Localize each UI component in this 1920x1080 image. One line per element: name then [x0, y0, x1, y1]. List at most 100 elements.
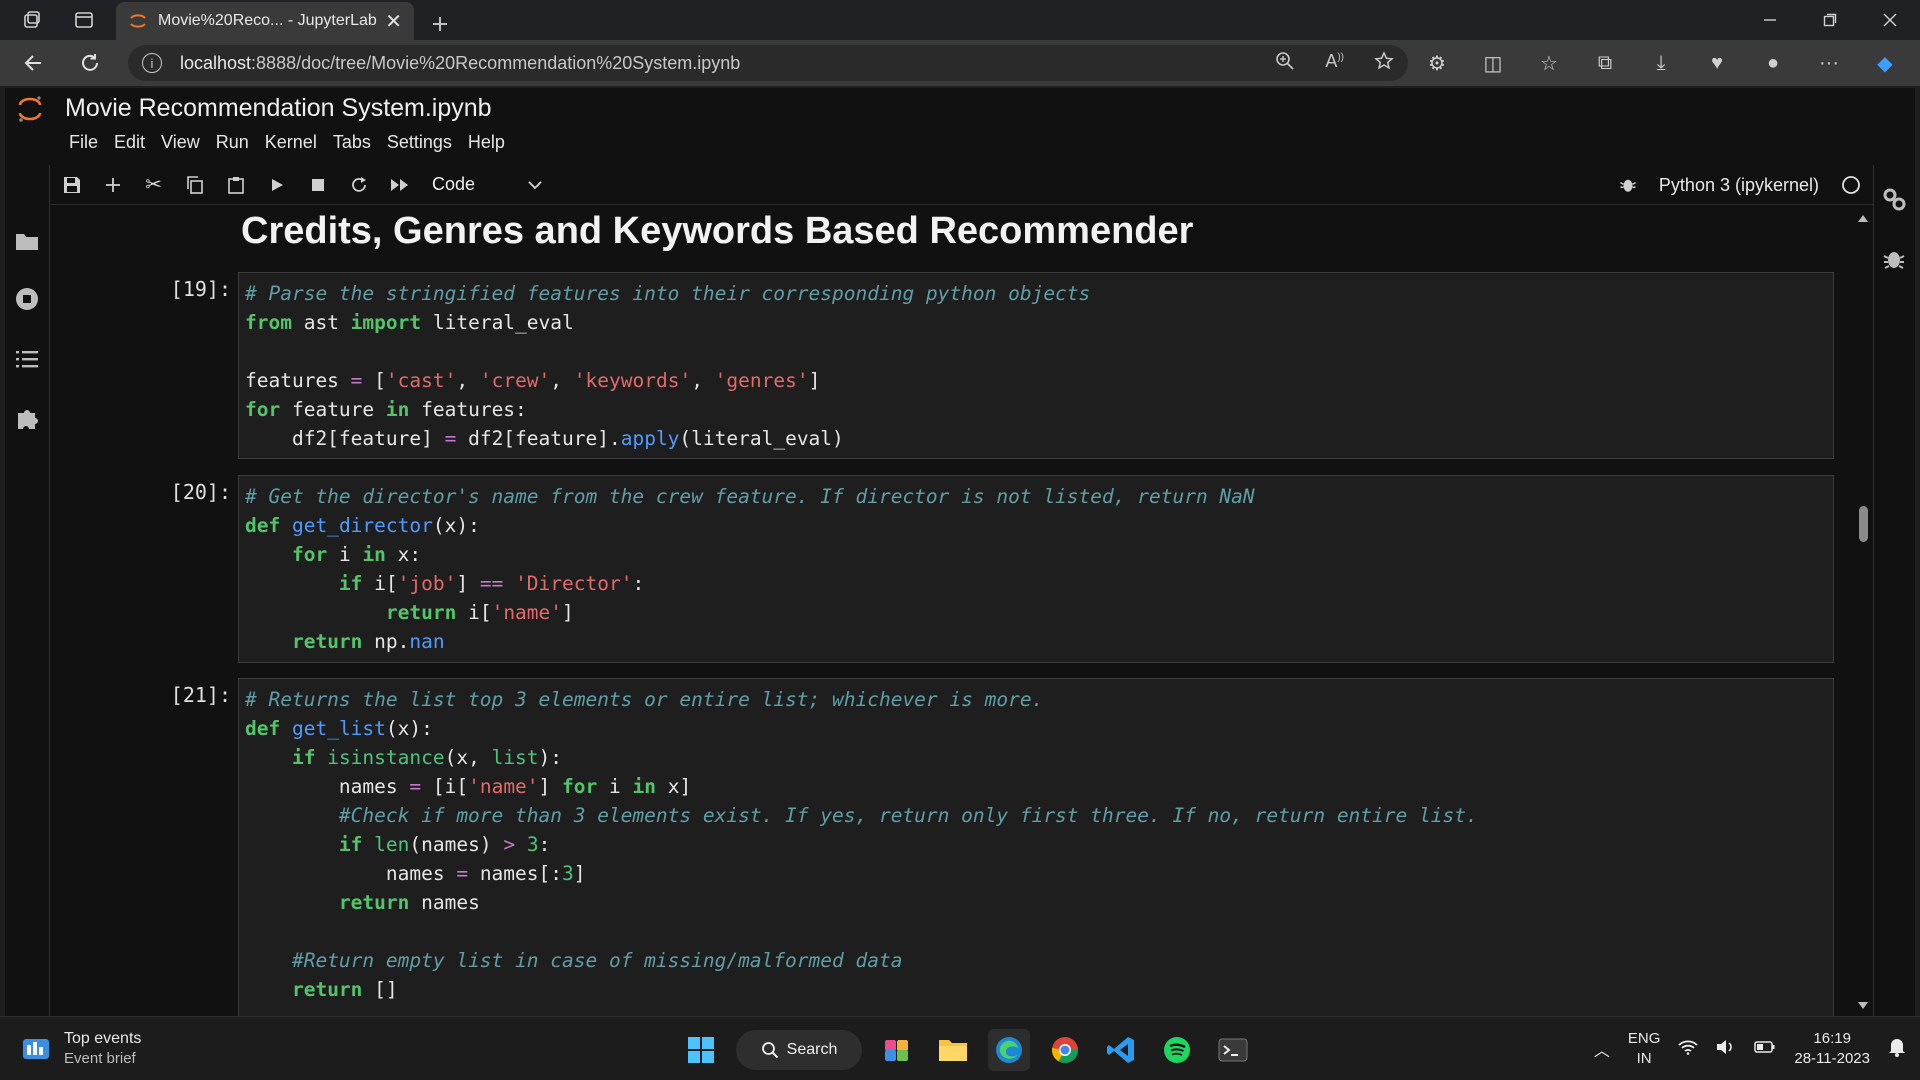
cell-type-select[interactable]: Code — [432, 174, 542, 195]
terminal-icon[interactable] — [1212, 1029, 1254, 1071]
site-info-icon[interactable]: i — [142, 53, 162, 73]
paste-icon[interactable] — [215, 165, 256, 205]
file-explorer-icon[interactable] — [932, 1029, 974, 1071]
menu-kernel[interactable]: Kernel — [257, 132, 325, 153]
kernel-name[interactable]: Python 3 (ipykernel) — [1659, 175, 1819, 196]
zoom-icon[interactable] — [1275, 51, 1295, 76]
debugger-icon[interactable] — [1880, 245, 1908, 273]
system-tray: ︿ ENG IN 16:19 28-11-2023 — [1594, 1025, 1906, 1073]
copilot-icon[interactable]: ◆ — [1866, 51, 1904, 76]
windows-start-icon[interactable] — [680, 1029, 722, 1071]
cell-editor[interactable]: # Parse the stringified features into th… — [238, 272, 1834, 459]
run-all-icon[interactable] — [379, 165, 420, 205]
profile-avatar-icon[interactable]: ● — [1754, 52, 1792, 75]
running-sessions-icon[interactable] — [13, 285, 41, 313]
save-icon[interactable] — [51, 165, 92, 205]
browser-tab-bar: Movie%20Reco... - JupyterLab ✕ — [0, 0, 1920, 40]
debugger-bug-icon[interactable] — [1619, 176, 1637, 194]
menu-tabs[interactable]: Tabs — [325, 132, 379, 153]
menu-help[interactable]: Help — [460, 132, 513, 153]
search-label: Search — [786, 1041, 838, 1058]
restore-button[interactable] — [1800, 0, 1860, 40]
copy-icon[interactable] — [174, 165, 215, 205]
insert-cell-icon[interactable] — [92, 165, 133, 205]
wifi-icon[interactable] — [1678, 1039, 1698, 1059]
kernel-status-icon — [1842, 176, 1860, 194]
extension-manager-icon[interactable] — [13, 405, 41, 433]
collections-icon[interactable]: ⧉ — [1586, 52, 1624, 75]
code-line: return names — [338, 891, 480, 914]
taskbar-search[interactable]: Search — [736, 1030, 862, 1070]
code-line: # Parse the stringified features into th… — [245, 282, 1091, 305]
clock[interactable]: 16:19 28-11-2023 — [1794, 1029, 1870, 1069]
split-screen-icon[interactable]: ◫ — [1474, 51, 1512, 76]
chevron-down-icon — [528, 180, 542, 189]
refresh-icon[interactable] — [70, 43, 110, 83]
jupyter-top-bar: Movie Recommendation System.ipynb File E… — [5, 88, 1915, 165]
run-cell-icon[interactable] — [256, 165, 297, 205]
address-bar[interactable]: i localhost:8888/doc/tree/Movie%20Recomm… — [128, 45, 1408, 81]
volume-icon[interactable] — [1716, 1039, 1736, 1059]
downloads-icon[interactable]: ⤓ — [1642, 52, 1680, 75]
interrupt-kernel-icon[interactable] — [297, 165, 338, 205]
menu-view[interactable]: View — [153, 132, 208, 153]
code-line: # Get the director's name from the crew … — [245, 485, 1255, 508]
menu-file[interactable]: File — [61, 132, 106, 153]
cell-prompt: [21]: — [170, 683, 231, 707]
right-sidebar — [1873, 165, 1915, 1016]
favorite-star-icon[interactable] — [1374, 50, 1394, 76]
cut-icon[interactable]: ✂ — [133, 165, 174, 205]
show-hidden-icons-chevron-icon[interactable]: ︿ — [1594, 1037, 1610, 1061]
scroll-up-arrow-icon[interactable] — [1853, 212, 1873, 224]
jupyter-logo-icon[interactable] — [15, 94, 45, 124]
new-tab-button[interactable] — [420, 4, 460, 44]
spotify-icon[interactable] — [1156, 1029, 1198, 1071]
notebook-scrollbar[interactable] — [1853, 206, 1873, 1016]
vscode-icon[interactable] — [1100, 1029, 1142, 1071]
menu-bar: File Edit View Run Kernel Tabs Settings … — [61, 132, 513, 153]
browser-toolbar: i localhost:8888/doc/tree/Movie%20Recomm… — [0, 40, 1920, 86]
minimize-button[interactable] — [1740, 0, 1800, 40]
jupyterlab-app: Movie Recommendation System.ipynb File E… — [5, 88, 1915, 1016]
menu-run[interactable]: Run — [208, 132, 257, 153]
extension-heart-icon[interactable]: ♥ — [1698, 52, 1736, 75]
scroll-down-arrow-icon[interactable] — [1853, 1000, 1873, 1012]
property-inspector-icon[interactable] — [1880, 185, 1908, 213]
copilot-preview-app-icon[interactable] — [876, 1029, 918, 1071]
chrome-browser-icon[interactable] — [1044, 1029, 1086, 1071]
cell-editor[interactable]: # Returns the list top 3 elements or ent… — [238, 678, 1834, 1016]
tab-actions-icon[interactable] — [64, 0, 104, 40]
edge-browser-icon[interactable] — [988, 1029, 1030, 1071]
extensions-icon[interactable]: ⚙ — [1418, 51, 1456, 76]
cell-editor[interactable]: # Get the director's name from the crew … — [238, 475, 1834, 663]
battery-icon[interactable] — [1754, 1040, 1776, 1058]
code-line: if i['job'] == 'Director': — [338, 572, 645, 595]
widgets-news-icon — [23, 1039, 49, 1059]
input-language[interactable]: ENG IN — [1628, 1029, 1661, 1069]
code-line: #Return empty list in case of missing/ma… — [291, 949, 903, 972]
menu-settings[interactable]: Settings — [379, 132, 460, 153]
url-text[interactable]: localhost:8888/doc/tree/Movie%20Recommen… — [180, 53, 1275, 74]
code-line: for feature in features: — [245, 398, 527, 421]
close-tab-icon[interactable]: ✕ — [385, 9, 402, 34]
widget-subtitle: Event brief — [64, 1050, 136, 1067]
browser-tab-active[interactable]: Movie%20Reco... - JupyterLab ✕ — [116, 2, 414, 40]
folder-icon[interactable] — [13, 227, 41, 255]
back-arrow-icon[interactable] — [14, 43, 54, 83]
more-menu-icon[interactable]: ··· — [1810, 52, 1848, 75]
cell-prompt: [20]: — [170, 480, 231, 504]
code-line: names = names[:3] — [245, 862, 586, 885]
close-window-button[interactable] — [1860, 0, 1920, 40]
notification-bell-icon[interactable] — [1888, 1037, 1906, 1061]
scrollbar-thumb[interactable] — [1859, 506, 1868, 542]
restart-kernel-icon[interactable] — [338, 165, 379, 205]
windows-taskbar: Top events Event brief Search ︿ ENG IN 1… — [0, 1016, 1920, 1080]
read-aloud-icon[interactable]: A)) — [1325, 51, 1344, 76]
jupyter-favicon-icon — [130, 14, 146, 28]
menu-edit[interactable]: Edit — [106, 132, 153, 153]
favorites-icon[interactable]: ☆ — [1530, 51, 1568, 76]
widgets-button[interactable]: Top events Event brief — [22, 1029, 141, 1069]
code-line: return i['name'] — [385, 601, 574, 624]
table-of-contents-icon[interactable] — [13, 345, 41, 373]
workspaces-icon[interactable] — [12, 0, 52, 40]
